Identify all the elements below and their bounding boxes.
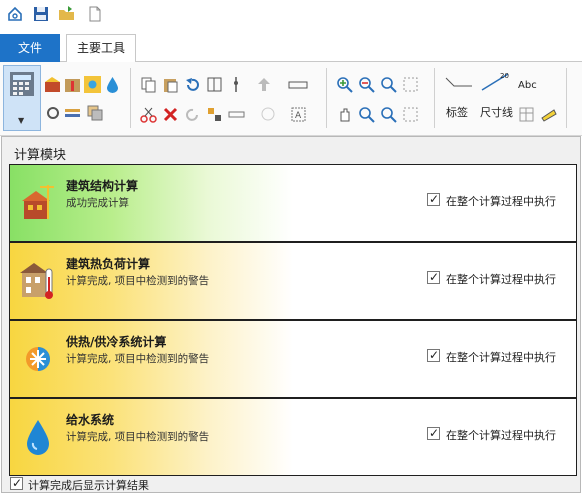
execute-label: 在整个计算过程中执行 bbox=[446, 429, 556, 442]
show-results-label: 计算完成后显示计算结果 bbox=[28, 479, 149, 492]
svg-text:20: 20 bbox=[500, 72, 509, 80]
tab-file[interactable]: 文件 bbox=[0, 34, 60, 62]
module-heat-load[interactable]: 建筑热负荷计算 计算完成, 项目中检测到的警告 ✓ 在整个计算过程中执行 bbox=[9, 242, 577, 320]
module-status: 成功完成计算 bbox=[66, 197, 129, 209]
water-drop-icon bbox=[20, 417, 56, 457]
pin-icon[interactable] bbox=[228, 76, 245, 93]
building-structure-icon bbox=[20, 183, 56, 223]
arrow-up-icon[interactable] bbox=[256, 76, 273, 93]
text-box-icon[interactable]: A bbox=[290, 106, 307, 123]
tag-icon[interactable] bbox=[444, 72, 474, 96]
radiator-icon[interactable] bbox=[64, 104, 81, 121]
paste-icon[interactable] bbox=[162, 76, 179, 93]
calculator-button[interactable]: ▼ bbox=[3, 65, 41, 131]
checkmark-icon: ✓ bbox=[429, 270, 440, 284]
execute-checkbox[interactable]: ✓ bbox=[427, 348, 440, 362]
water-supply-icon[interactable] bbox=[104, 76, 121, 93]
module-status: 计算完成, 项目中检测到的警告 bbox=[66, 431, 210, 443]
execute-label: 在整个计算过程中执行 bbox=[446, 351, 556, 364]
checkmark-icon: ✓ bbox=[12, 476, 23, 490]
dimension-label[interactable]: 尺寸线 bbox=[480, 104, 513, 120]
mirror-icon[interactable] bbox=[260, 106, 277, 123]
zoom-out-icon[interactable] bbox=[358, 76, 375, 93]
home-icon[interactable] bbox=[6, 5, 24, 23]
show-results-checkbox[interactable]: ✓ bbox=[10, 476, 23, 490]
tab-main-tools[interactable]: 主要工具 bbox=[66, 34, 136, 63]
ribbon-toolbar: ▼ A 标签 20 尺寸线 Abc bbox=[0, 62, 582, 136]
distribute-icon[interactable] bbox=[228, 106, 245, 123]
pipe-icon[interactable] bbox=[44, 104, 61, 121]
note-icon[interactable] bbox=[540, 106, 557, 123]
calculation-modules-panel: 计算模块 建筑结构计算 成功完成计算 ✓ 在整个计算过程中执行 建筑热负荷计算 … bbox=[1, 136, 581, 493]
module-status: 计算完成, 项目中检测到的警告 bbox=[66, 275, 210, 287]
separator bbox=[566, 68, 567, 128]
zoom-in-icon[interactable] bbox=[336, 76, 353, 93]
separator bbox=[326, 68, 327, 128]
save-icon[interactable] bbox=[32, 5, 50, 23]
checkmark-icon: ✓ bbox=[429, 426, 440, 440]
frame-icon[interactable] bbox=[206, 76, 223, 93]
execute-label: 在整个计算过程中执行 bbox=[446, 195, 556, 208]
separator bbox=[434, 68, 435, 128]
execute-checkbox[interactable]: ✓ bbox=[427, 270, 440, 284]
zoom-window-icon[interactable] bbox=[402, 76, 419, 93]
module-title: 建筑结构计算 bbox=[66, 179, 139, 193]
zoom-all-icon[interactable] bbox=[380, 76, 397, 93]
panel-title: 计算模块 bbox=[14, 148, 67, 163]
svg-text:A: A bbox=[295, 111, 302, 121]
heating-cooling-icon bbox=[20, 339, 56, 379]
table-icon[interactable] bbox=[518, 106, 535, 123]
execute-checkbox[interactable]: ✓ bbox=[427, 426, 440, 440]
text-tool[interactable]: Abc bbox=[518, 80, 537, 91]
open-folder-icon[interactable] bbox=[58, 5, 76, 23]
module-title: 建筑热负荷计算 bbox=[66, 257, 151, 271]
structure-icon[interactable] bbox=[44, 76, 61, 93]
separator bbox=[130, 68, 131, 128]
layers-icon[interactable] bbox=[86, 104, 103, 121]
delete-icon[interactable] bbox=[162, 106, 179, 123]
module-water-supply[interactable]: 给水系统 计算完成, 项目中检测到的警告 ✓ 在整个计算过程中执行 bbox=[9, 398, 577, 476]
pan-icon[interactable] bbox=[336, 106, 353, 123]
cut-icon[interactable] bbox=[140, 106, 157, 123]
undo-icon[interactable] bbox=[184, 76, 201, 93]
dimension-icon[interactable]: 20 bbox=[480, 68, 512, 96]
align-icon[interactable] bbox=[206, 106, 223, 123]
chevron-down-icon: ▼ bbox=[18, 116, 25, 125]
zoom-extents-icon[interactable] bbox=[380, 106, 397, 123]
module-building-structure[interactable]: 建筑结构计算 成功完成计算 ✓ 在整个计算过程中执行 bbox=[9, 164, 577, 242]
zoom-previous-icon[interactable] bbox=[358, 106, 375, 123]
copy-icon[interactable] bbox=[140, 76, 157, 93]
new-document-icon[interactable] bbox=[86, 5, 104, 23]
ribbon-tabs: 文件 主要工具 bbox=[0, 32, 582, 63]
module-heating-cooling[interactable]: 供热/供冷系统计算 计算完成, 项目中检测到的警告 ✓ 在整个计算过程中执行 bbox=[9, 320, 577, 398]
select-window-icon[interactable] bbox=[402, 106, 419, 123]
module-title: 给水系统 bbox=[66, 413, 115, 427]
heat-load-icon bbox=[20, 261, 56, 301]
checkmark-icon: ✓ bbox=[429, 348, 440, 362]
module-title: 供热/供冷系统计算 bbox=[66, 335, 167, 349]
execute-checkbox[interactable]: ✓ bbox=[427, 192, 440, 206]
module-status: 计算完成, 项目中检测到的警告 bbox=[66, 353, 210, 365]
tag-label[interactable]: 标签 bbox=[446, 104, 468, 120]
heating-cooling-icon[interactable] bbox=[84, 76, 101, 93]
ruler-icon[interactable] bbox=[288, 76, 308, 93]
redo-icon[interactable] bbox=[184, 106, 201, 123]
execute-label: 在整个计算过程中执行 bbox=[446, 273, 556, 286]
checkmark-icon: ✓ bbox=[429, 192, 440, 206]
heat-load-icon[interactable] bbox=[64, 76, 81, 93]
quick-access-toolbar bbox=[0, 0, 582, 32]
calculator-icon bbox=[10, 72, 34, 96]
